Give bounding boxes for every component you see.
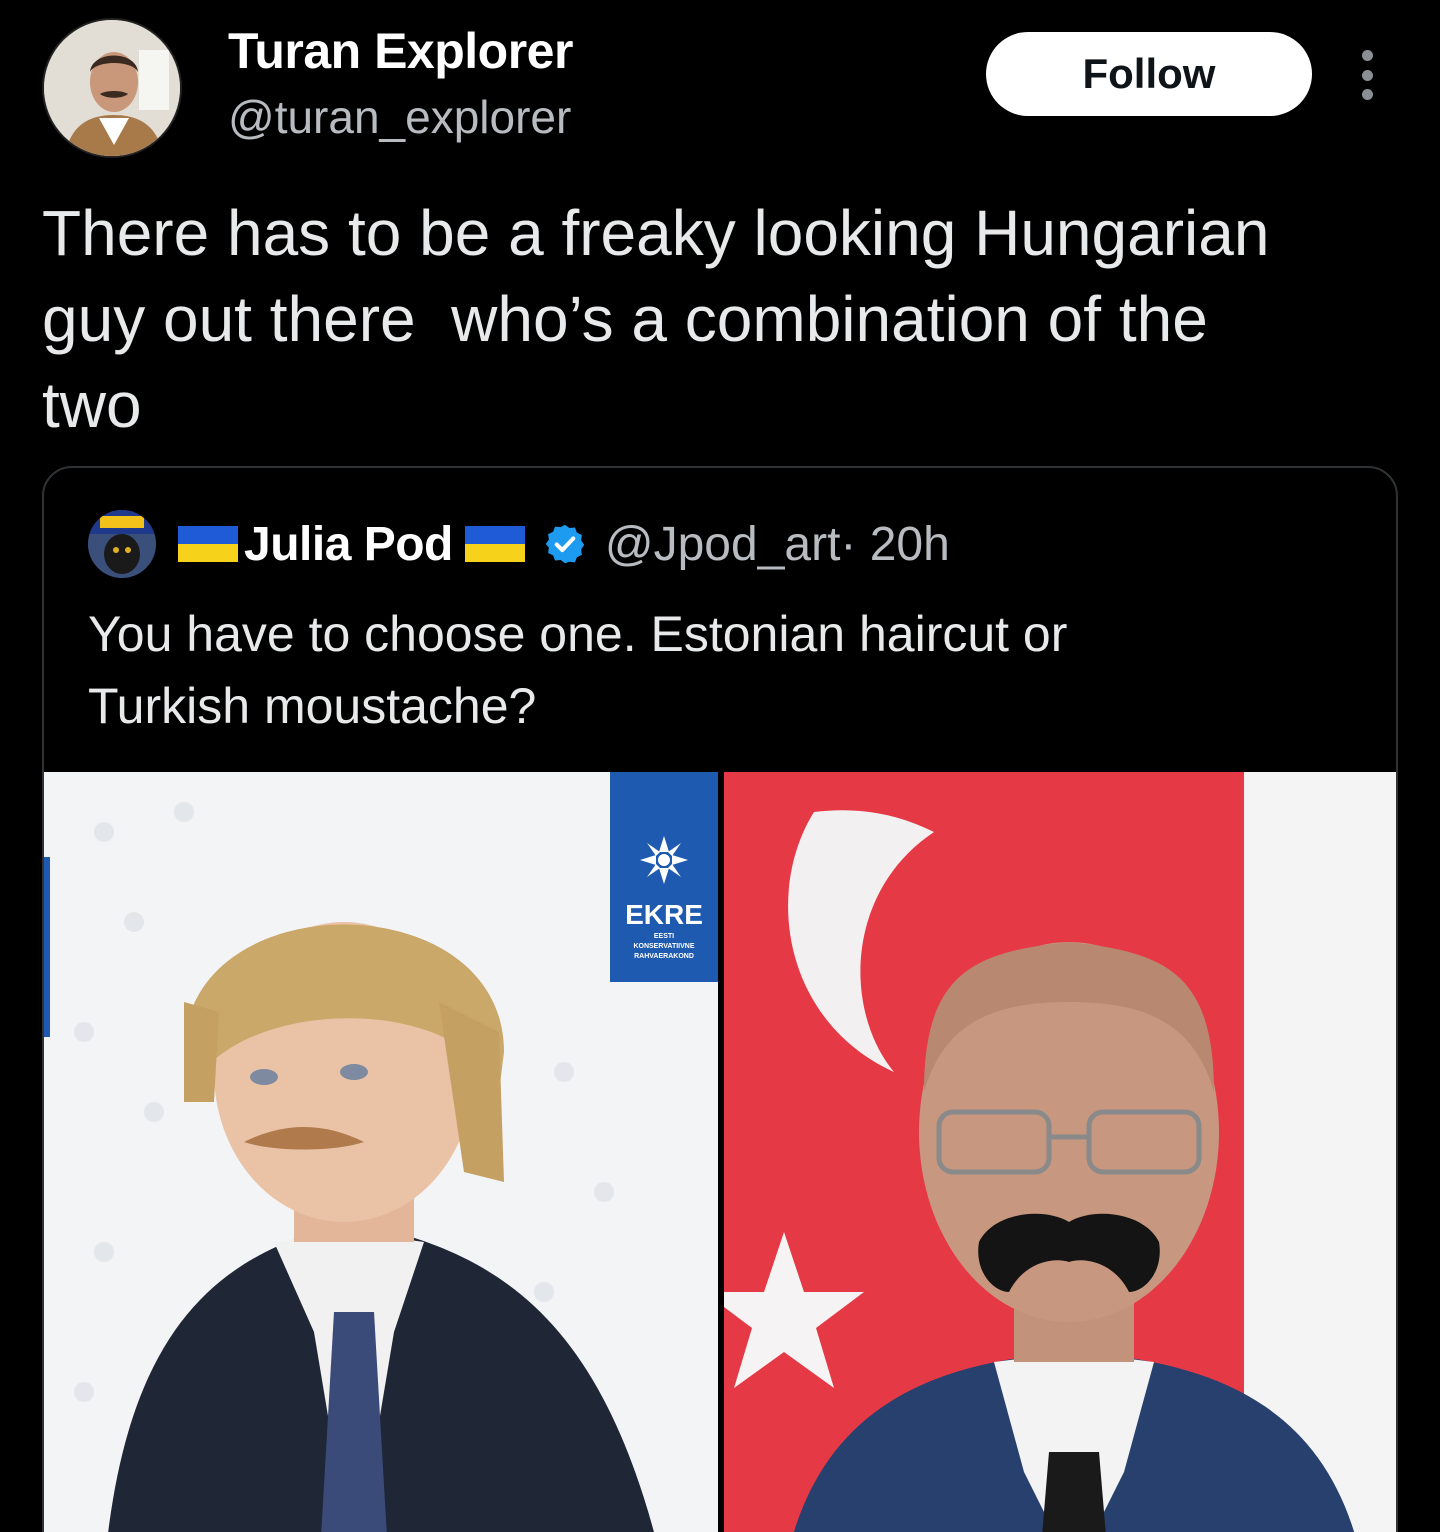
ekre-logo-line3: RAHVAERAKOND: [634, 953, 694, 960]
follow-button[interactable]: Follow: [986, 32, 1312, 116]
profile-photo-icon: [44, 20, 180, 156]
quoted-tweet-time[interactable]: · 20h: [840, 517, 949, 572]
author-handle[interactable]: @turan_explorer: [228, 90, 571, 144]
author-avatar[interactable]: [42, 18, 182, 158]
quoted-author-name[interactable]: Julia Pod: [244, 517, 453, 572]
quoted-author-avatar[interactable]: [88, 510, 156, 578]
tweet-header: Turan Explorer @turan_explorer Follow: [0, 0, 1440, 180]
quoted-author-handle[interactable]: @Jpod_art: [605, 517, 841, 572]
more-dot: [1361, 69, 1373, 81]
person-photo-right: [724, 772, 1396, 1532]
person-photo-left: EKRE EESTI KONSERVATIIVNE RAHVAERAKOND: [44, 772, 718, 1532]
ekre-logo-title: EKRE: [625, 899, 703, 930]
media-photo-right[interactable]: [724, 772, 1396, 1532]
media-grid: EKRE EESTI KONSERVATIIVNE RAHVAERAKOND: [44, 772, 1396, 1532]
author-name[interactable]: Turan Explorer: [228, 22, 573, 80]
tweet-text: There has to be a freaky looking Hungari…: [42, 197, 1270, 441]
more-dot: [1361, 50, 1373, 61]
more-vertical-icon[interactable]: [1352, 50, 1382, 100]
ekre-logo-line1: EESTI: [654, 933, 674, 940]
quoted-tweet-header: Julia Pod @Jpod_art · 20h: [88, 510, 950, 578]
ukraine-flag-icon: [178, 526, 238, 562]
more-dot: [1361, 89, 1373, 100]
media-photo-left[interactable]: EKRE EESTI KONSERVATIIVNE RAHVAERAKOND: [44, 772, 718, 1532]
quoted-tweet[interactable]: Julia Pod @Jpod_art · 20h You have to ch…: [42, 466, 1398, 1532]
quoted-tweet-text: You have to choose one. Estonian haircut…: [88, 606, 1068, 734]
verified-badge-icon: [545, 524, 585, 564]
cat-avatar-icon: [88, 510, 156, 578]
ekre-logo-line2: KONSERVATIIVNE: [633, 943, 694, 950]
ukraine-flag-icon: [464, 526, 525, 562]
